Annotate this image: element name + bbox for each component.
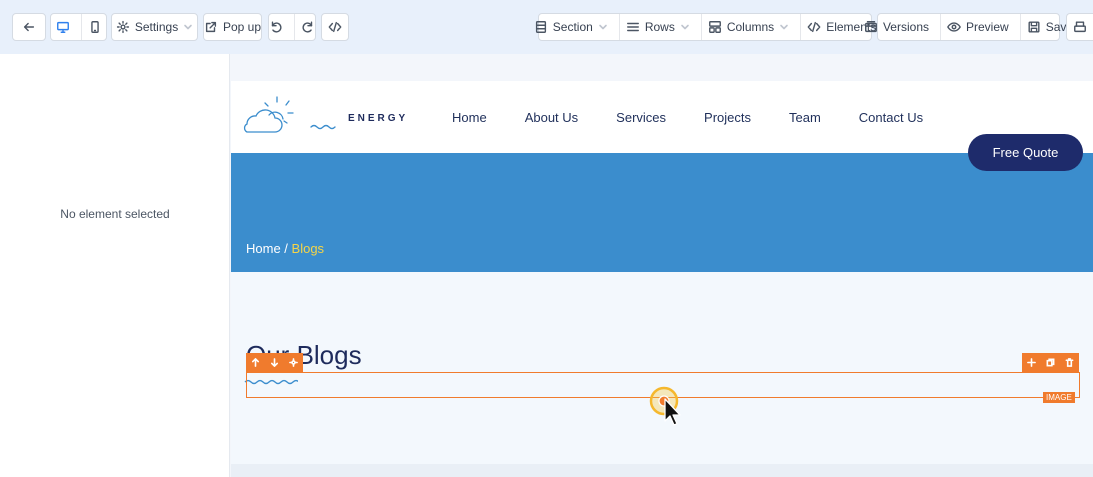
redo-icon: [302, 21, 313, 33]
preview-button[interactable]: Preview: [940, 14, 1015, 40]
row-controls: [246, 353, 303, 372]
delete-button[interactable]: [1060, 358, 1079, 367]
rows-label: Rows: [644, 20, 675, 34]
arrow-up-icon: [251, 358, 260, 367]
logo-text: ENERGY: [348, 113, 409, 124]
columns-label: Columns: [726, 20, 775, 34]
site-logo[interactable]: ENERGY: [241, 95, 411, 139]
page-hero[interactable]: Home / Blogs: [231, 153, 1093, 272]
arrow-left-icon: [23, 22, 35, 32]
chevron-down-icon: [599, 24, 607, 30]
popup-label: Pop up: [222, 20, 262, 34]
code-icon: [328, 21, 342, 33]
document-actions: Versions Preview Save: [865, 13, 1073, 41]
rows-icon: [626, 22, 639, 32]
chevron-down-icon: [780, 24, 788, 30]
versions-label: Versions: [882, 20, 929, 34]
breadcrumb-separator: /: [280, 241, 292, 256]
mobile-view-button[interactable]: [80, 14, 108, 40]
versions-icon: [865, 21, 877, 33]
nav-item-team[interactable]: Team: [789, 110, 821, 125]
gear-icon: [289, 358, 298, 367]
arrow-down-icon: [270, 358, 279, 367]
desktop-view-button[interactable]: [50, 14, 76, 40]
mobile-icon: [90, 21, 99, 33]
popup-button[interactable]: Pop up: [203, 13, 262, 41]
gear-icon: [116, 20, 129, 34]
no-selection-message: No element selected: [60, 207, 170, 221]
nav-item-services[interactable]: Services: [616, 110, 666, 125]
breadcrumb-current: Blogs: [291, 241, 325, 256]
code-button[interactable]: [321, 13, 349, 41]
element-settings-button[interactable]: [284, 358, 303, 367]
move-up-button[interactable]: [246, 358, 265, 367]
breadcrumb: Home / Blogs: [246, 241, 324, 256]
nav-item-projects[interactable]: Projects: [704, 110, 751, 125]
element-actions: [1022, 353, 1079, 372]
section-icon: [535, 21, 546, 33]
next-section-edge: [231, 464, 1093, 477]
back-button[interactable]: [12, 13, 46, 41]
duplicate-button[interactable]: [1041, 358, 1060, 367]
drag-handle[interactable]: [1022, 358, 1041, 367]
preview-label: Preview: [966, 20, 1009, 34]
breadcrumb-home[interactable]: Home: [246, 241, 281, 256]
rows-menu[interactable]: Rows: [618, 14, 696, 40]
publish-button[interactable]: [1066, 13, 1093, 41]
move-down-button[interactable]: [265, 358, 284, 367]
undo-icon: [271, 21, 282, 33]
chevron-down-icon: [184, 24, 192, 30]
chevron-down-icon: [681, 24, 689, 30]
save-icon: [1028, 21, 1040, 33]
section-label: Section: [552, 20, 593, 34]
nav-item-about-us[interactable]: About Us: [525, 110, 578, 125]
mouse-cursor-icon: [649, 386, 681, 426]
element-type-badge: IMAGE: [1043, 392, 1075, 403]
blogs-section[interactable]: Our Blogs IMAGE: [231, 272, 1093, 464]
versions-button[interactable]: Versions: [858, 14, 935, 40]
sun-cloud-logo-icon: [243, 96, 336, 133]
history-controls: [268, 13, 316, 41]
move-icon: [1027, 358, 1036, 367]
section-menu[interactable]: Section: [528, 14, 614, 40]
settings-label: Settings: [134, 20, 179, 34]
settings-button[interactable]: Settings: [111, 13, 198, 41]
site-nav: Home About Us Services Projects Team Con…: [452, 110, 961, 125]
code-icon: [807, 21, 821, 33]
structure-menu: Section Rows Columns Elements: [535, 13, 876, 41]
nav-item-contact-us[interactable]: Contact Us: [859, 110, 923, 125]
free-quote-button[interactable]: Free Quote: [968, 134, 1083, 171]
copy-icon: [1046, 358, 1055, 367]
columns-menu[interactable]: Columns: [700, 14, 795, 40]
eye-icon: [947, 22, 961, 32]
external-link-icon: [205, 21, 217, 33]
nav-item-home[interactable]: Home: [452, 110, 487, 125]
printer-icon: [1074, 21, 1086, 33]
site-header[interactable]: ENERGY Home About Us Services Projects T…: [231, 81, 1093, 153]
desktop-icon: [56, 21, 69, 33]
editor-canvas[interactable]: ENERGY Home About Us Services Projects T…: [231, 54, 1093, 477]
trash-icon: [1065, 358, 1074, 367]
redo-button[interactable]: [294, 14, 321, 40]
editor-toolbar: Settings Pop up Section Rows Columns Ele…: [0, 0, 1093, 54]
columns-icon: [708, 21, 721, 33]
properties-panel: No element selected: [0, 54, 230, 477]
device-toggle: [50, 13, 107, 41]
undo-button[interactable]: [263, 14, 289, 40]
